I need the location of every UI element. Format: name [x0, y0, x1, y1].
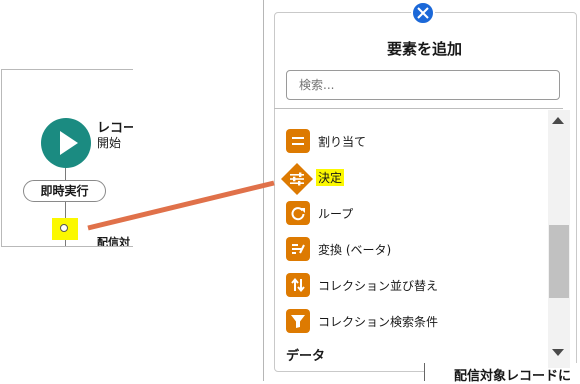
element-label: 配信対	[97, 236, 130, 247]
scroll-up-arrow-icon[interactable]	[552, 117, 564, 124]
sort-icon	[286, 273, 310, 297]
menu-item-collection-sort[interactable]: コレクション並び替え	[286, 273, 526, 299]
close-icon	[417, 7, 429, 19]
menu-item-label: ループ	[318, 207, 354, 221]
flow-canvas: レコー 開始 即時実行 配信対	[1, 69, 133, 247]
decision-icon	[281, 163, 313, 195]
menu-item-transform[interactable]: 変換 (ベータ)	[286, 237, 526, 263]
connector-line	[65, 240, 66, 246]
connector-line	[65, 202, 66, 218]
menu-item-label: コレクション並び替え	[318, 279, 439, 293]
menu-item-decision[interactable]: 決定	[286, 165, 526, 191]
connector-line	[65, 168, 66, 180]
close-button[interactable]	[411, 1, 435, 25]
menu-item-label: 変換 (ベータ)	[318, 243, 392, 257]
menu-item-label: 割り当て	[318, 135, 367, 149]
transform-icon	[286, 237, 310, 261]
search-input[interactable]	[286, 70, 560, 100]
add-node-circle-icon	[60, 224, 68, 232]
menu-item-label: コレクション検索条件	[318, 315, 439, 329]
menu-item-loop[interactable]: ループ	[286, 201, 526, 227]
scroll-down-arrow-icon[interactable]	[552, 349, 564, 356]
menu-item-assignment[interactable]: 割り当て	[286, 129, 526, 155]
start-node-subtitle: 開始	[97, 136, 122, 150]
loop-icon	[286, 201, 310, 225]
menu-item-label: 決定	[316, 169, 345, 186]
section-header-data: データ	[286, 349, 326, 364]
play-icon	[60, 131, 78, 155]
menu-item-collection-filter[interactable]: コレクション検索条件	[286, 309, 526, 335]
start-node[interactable]	[41, 118, 91, 168]
popover-title: 要素を追加	[386, 40, 462, 58]
run-now-button[interactable]: 即時実行	[23, 180, 106, 202]
filter-icon	[286, 309, 310, 333]
add-element-node[interactable]	[52, 218, 78, 240]
scrollbar-thumb[interactable]	[549, 225, 569, 298]
assignment-icon	[286, 129, 310, 153]
